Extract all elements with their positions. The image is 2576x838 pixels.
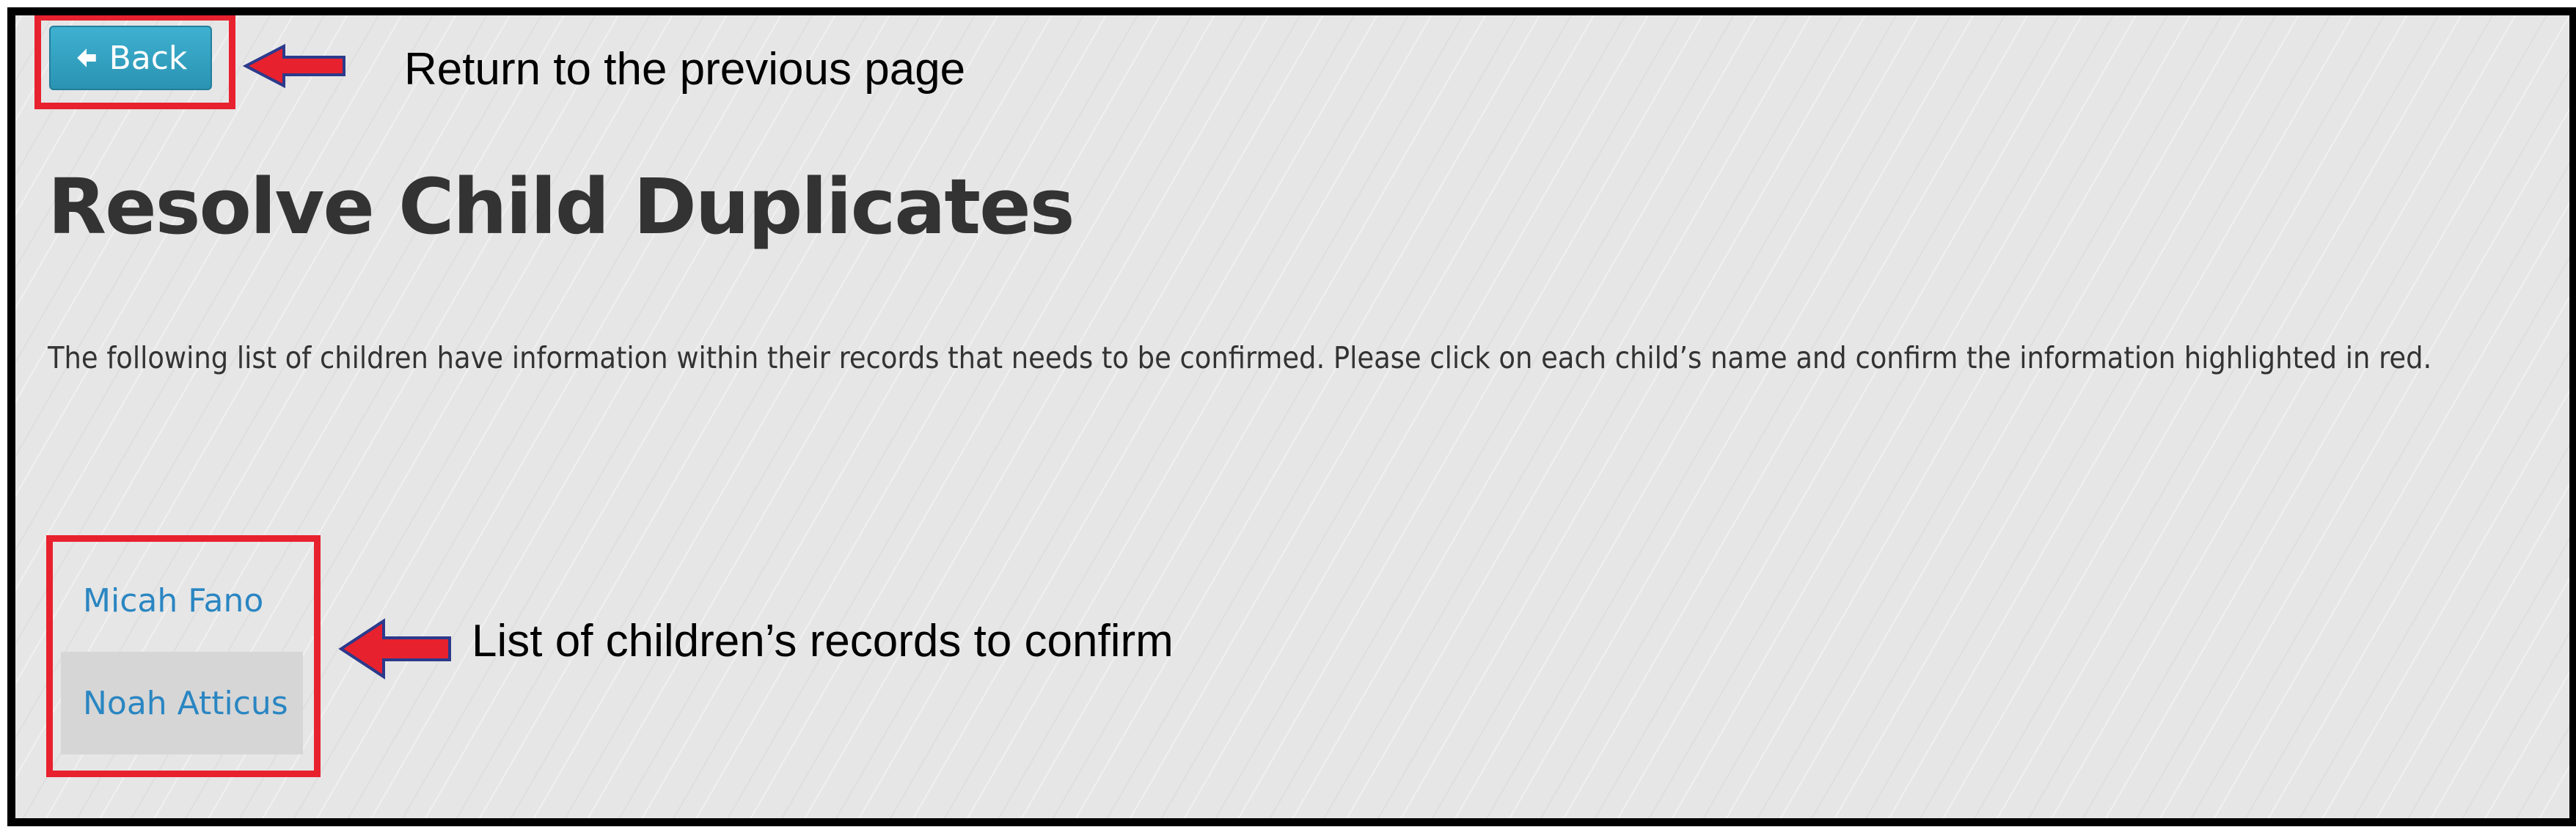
instructions-text: The following list of children have info… bbox=[48, 340, 2432, 375]
screenshot-frame: Back Return to the previous page Resolve… bbox=[7, 7, 2576, 826]
annotation-arrow-left-icon bbox=[243, 43, 345, 89]
page-title: Resolve Child Duplicates bbox=[48, 162, 1075, 251]
annotation-list-text: List of children’s records to confirm bbox=[472, 616, 1174, 666]
list-highlight-box bbox=[46, 535, 321, 777]
back-highlight-box bbox=[34, 15, 235, 109]
annotation-arrow-left-icon bbox=[338, 618, 451, 680]
annotation-back-text: Return to the previous page bbox=[404, 44, 966, 95]
